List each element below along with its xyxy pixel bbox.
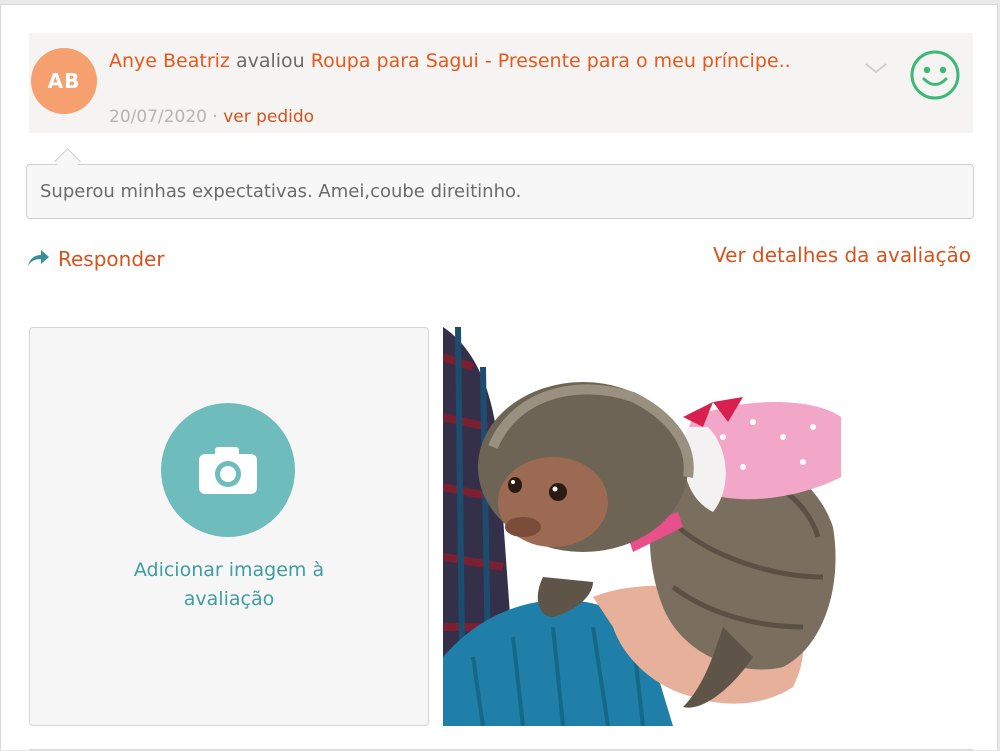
chevron-down-icon[interactable]: [863, 55, 889, 81]
meta-separator: ·: [206, 107, 224, 127]
smiley-happy-icon: [910, 50, 960, 100]
review-meta: 20/07/2020 · ver pedido: [109, 107, 314, 127]
review-card: AB Anye Beatriz avaliou Roupa para Sagui…: [0, 4, 998, 751]
camera-icon: [199, 447, 257, 494]
reply-arrow-icon: [28, 250, 49, 266]
reviewer-name[interactable]: Anye Beatriz: [109, 50, 230, 72]
review-headline: Anye Beatriz avaliou Roupa para Sagui - …: [109, 47, 809, 76]
view-order-link[interactable]: ver pedido: [223, 107, 314, 127]
add-image-label: Adicionar imagem à avaliação: [133, 559, 325, 610]
camera-icon-circle: [161, 403, 295, 537]
review-photo[interactable]: [443, 327, 843, 726]
view-review-details-link[interactable]: Ver detalhes da avaliação: [713, 243, 971, 267]
review-verb: avaliou: [235, 50, 305, 72]
review-comment: Superou minhas expectativas. Amei,coube …: [26, 164, 974, 219]
avatar: AB: [31, 48, 97, 114]
review-header: AB Anye Beatriz avaliou Roupa para Sagui…: [29, 33, 973, 133]
add-image-button[interactable]: Adicionar imagem à avaliação: [29, 327, 429, 726]
review-date: 20/07/2020: [109, 107, 207, 127]
reply-label: Responder: [58, 247, 165, 271]
product-title-link[interactable]: Roupa para Sagui - Presente para o meu p…: [311, 50, 791, 72]
reply-button[interactable]: Responder: [26, 247, 165, 271]
